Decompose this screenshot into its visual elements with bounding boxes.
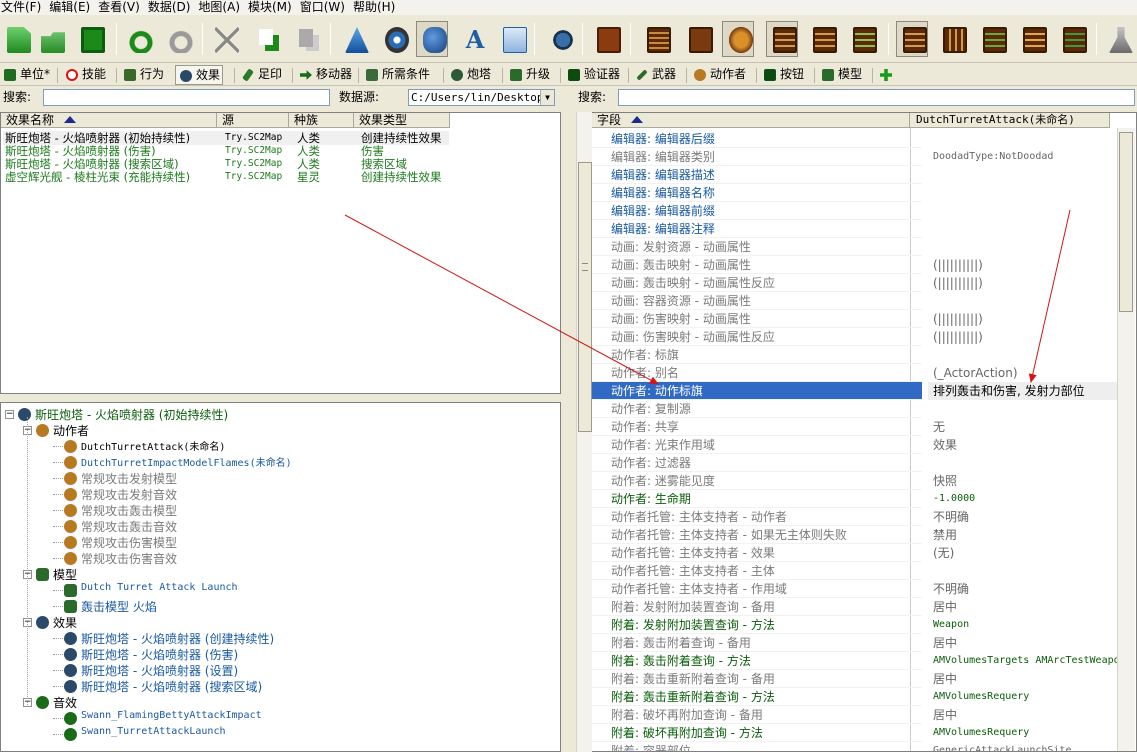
annotation-overlay bbox=[344, 209, 1071, 385]
editor-window: { "menu": ["文件(F)","编辑(E)","查看(V)","数据(D… bbox=[0, 0, 1137, 752]
annotation-arrow-to-field bbox=[344, 214, 659, 385]
annotation-arrow-to-value bbox=[1028, 209, 1071, 383]
